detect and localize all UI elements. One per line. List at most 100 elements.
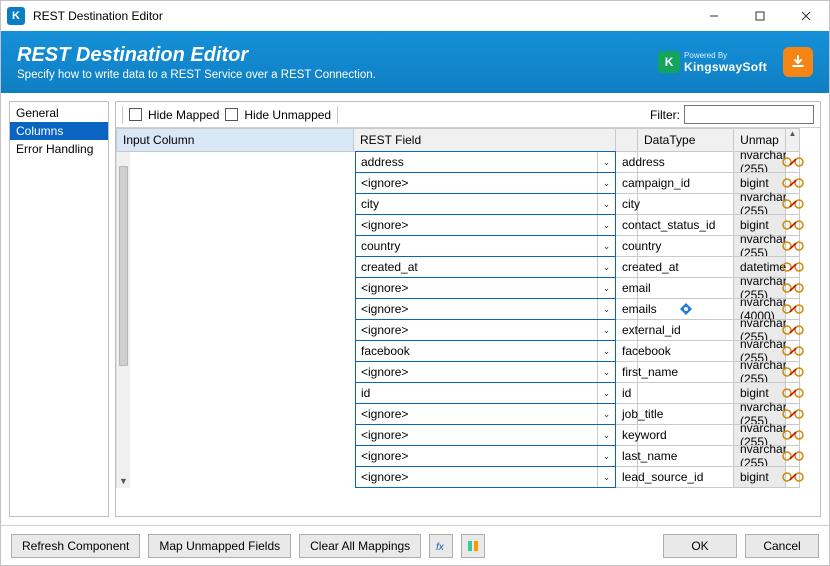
rest-field-cell[interactable]: job_title xyxy=(616,403,638,425)
unmap-button[interactable] xyxy=(786,214,800,236)
input-column-cell[interactable]: ⌄ xyxy=(355,235,616,257)
input-column-cell[interactable]: ⌄ xyxy=(355,340,616,362)
unmap-button[interactable] xyxy=(786,298,800,320)
input-column-field[interactable] xyxy=(356,236,597,256)
input-column-field[interactable] xyxy=(356,467,597,487)
rest-field-cell[interactable]: country xyxy=(616,235,638,257)
input-column-field[interactable] xyxy=(356,257,597,277)
chevron-down-icon[interactable]: ⌄ xyxy=(597,383,615,403)
input-column-field[interactable] xyxy=(356,446,597,466)
rest-field-cell[interactable]: contact_status_id xyxy=(616,214,638,236)
unmap-button[interactable] xyxy=(786,277,800,299)
sidebar-item-error-handling[interactable]: Error Handling xyxy=(10,140,108,158)
input-column-field[interactable] xyxy=(356,194,597,214)
unmap-button[interactable] xyxy=(786,445,800,467)
input-column-cell[interactable]: ⌄ xyxy=(355,403,616,425)
input-column-field[interactable] xyxy=(356,404,597,424)
chevron-down-icon[interactable]: ⌄ xyxy=(597,446,615,466)
rest-field-cell[interactable]: created_at xyxy=(616,256,638,278)
input-column-field[interactable] xyxy=(356,278,597,298)
cancel-button[interactable]: Cancel xyxy=(745,534,819,558)
download-button[interactable] xyxy=(783,47,813,77)
input-column-cell[interactable]: ⌄ xyxy=(355,424,616,446)
input-column-cell[interactable]: ⌄ xyxy=(355,172,616,194)
unmap-button[interactable] xyxy=(786,256,800,278)
unmap-button[interactable] xyxy=(786,235,800,257)
rest-field-cell[interactable]: email xyxy=(616,277,638,299)
clear-all-mappings-button[interactable]: Clear All Mappings xyxy=(299,534,421,558)
sidebar-item-general[interactable]: General xyxy=(10,104,108,122)
input-column-field[interactable] xyxy=(356,362,597,382)
sidebar-item-columns[interactable]: Columns xyxy=(10,122,108,140)
input-column-field[interactable] xyxy=(356,215,597,235)
input-column-cell[interactable]: ⌄ xyxy=(355,361,616,383)
rest-field-cell[interactable]: id xyxy=(616,382,638,404)
input-column-field[interactable] xyxy=(356,299,597,319)
input-column-cell[interactable]: ⌄ xyxy=(355,193,616,215)
refresh-component-button[interactable]: Refresh Component xyxy=(11,534,140,558)
chevron-down-icon[interactable]: ⌄ xyxy=(597,215,615,235)
scrollbar-thumb[interactable] xyxy=(119,166,128,366)
input-column-cell[interactable]: ⌄ xyxy=(355,319,616,341)
input-column-cell[interactable]: ⌄ xyxy=(355,214,616,236)
rest-field-cell[interactable]: external_id xyxy=(616,319,638,341)
chevron-down-icon[interactable]: ⌄ xyxy=(597,236,615,256)
unmap-button[interactable] xyxy=(786,424,800,446)
unmap-button[interactable] xyxy=(786,151,800,173)
ok-button[interactable]: OK xyxy=(663,534,737,558)
unmap-button[interactable] xyxy=(786,466,800,488)
chevron-down-icon[interactable]: ⌄ xyxy=(597,362,615,382)
rest-field-cell[interactable]: address xyxy=(616,151,638,173)
vertical-scrollbar[interactable]: ▼ xyxy=(116,152,130,488)
fx-cell[interactable] xyxy=(638,298,734,320)
rest-field-cell[interactable]: campaign_id xyxy=(616,172,638,194)
expression-editor-button[interactable]: fx xyxy=(429,534,453,558)
unmap-button[interactable] xyxy=(786,193,800,215)
chevron-down-icon[interactable]: ⌄ xyxy=(597,173,615,193)
hide-unmapped-checkbox[interactable] xyxy=(225,108,238,121)
column-header-rest-field[interactable]: REST Field xyxy=(354,128,616,152)
input-column-cell[interactable]: ⌄ xyxy=(355,256,616,278)
chevron-down-icon[interactable]: ⌄ xyxy=(597,257,615,277)
scroll-down-icon[interactable]: ▼ xyxy=(117,474,130,488)
column-properties-button[interactable] xyxy=(461,534,485,558)
column-header-datatype[interactable]: DataType xyxy=(638,128,734,152)
chevron-down-icon[interactable]: ⌄ xyxy=(597,194,615,214)
unmap-button[interactable] xyxy=(786,361,800,383)
chevron-down-icon[interactable]: ⌄ xyxy=(597,278,615,298)
rest-field-cell[interactable]: last_name xyxy=(616,445,638,467)
chevron-down-icon[interactable]: ⌄ xyxy=(597,320,615,340)
unmap-button[interactable] xyxy=(786,340,800,362)
input-column-field[interactable] xyxy=(356,341,597,361)
input-column-cell[interactable]: ⌄ xyxy=(355,298,616,320)
unmap-button[interactable] xyxy=(786,172,800,194)
rest-field-cell[interactable]: city xyxy=(616,193,638,215)
input-column-field[interactable] xyxy=(356,383,597,403)
rest-field-cell[interactable]: keyword xyxy=(616,424,638,446)
unmap-button[interactable] xyxy=(786,403,800,425)
input-column-cell[interactable]: ⌄ xyxy=(355,277,616,299)
input-column-cell[interactable]: ⌄ xyxy=(355,382,616,404)
rest-field-cell[interactable]: first_name xyxy=(616,361,638,383)
chevron-down-icon[interactable]: ⌄ xyxy=(597,425,615,445)
minimize-button[interactable] xyxy=(691,1,737,31)
chevron-down-icon[interactable]: ⌄ xyxy=(597,341,615,361)
input-column-field[interactable] xyxy=(356,320,597,340)
rest-field-cell[interactable]: lead_source_id xyxy=(616,466,638,488)
input-column-cell[interactable]: ⌄ xyxy=(355,151,616,173)
chevron-down-icon[interactable]: ⌄ xyxy=(597,299,615,319)
rest-field-cell[interactable]: facebook xyxy=(616,340,638,362)
input-column-field[interactable] xyxy=(356,425,597,445)
unmap-button[interactable] xyxy=(786,319,800,341)
rest-field-cell[interactable]: emails xyxy=(616,298,638,320)
column-header-fx[interactable] xyxy=(616,128,638,152)
input-column-field[interactable] xyxy=(356,152,597,172)
filter-input[interactable] xyxy=(684,105,814,124)
hide-mapped-checkbox[interactable] xyxy=(129,108,142,121)
chevron-down-icon[interactable]: ⌄ xyxy=(597,467,615,487)
input-column-cell[interactable]: ⌄ xyxy=(355,466,616,488)
maximize-button[interactable] xyxy=(737,1,783,31)
unmap-button[interactable] xyxy=(786,382,800,404)
map-unmapped-fields-button[interactable]: Map Unmapped Fields xyxy=(148,534,291,558)
close-button[interactable] xyxy=(783,1,829,31)
